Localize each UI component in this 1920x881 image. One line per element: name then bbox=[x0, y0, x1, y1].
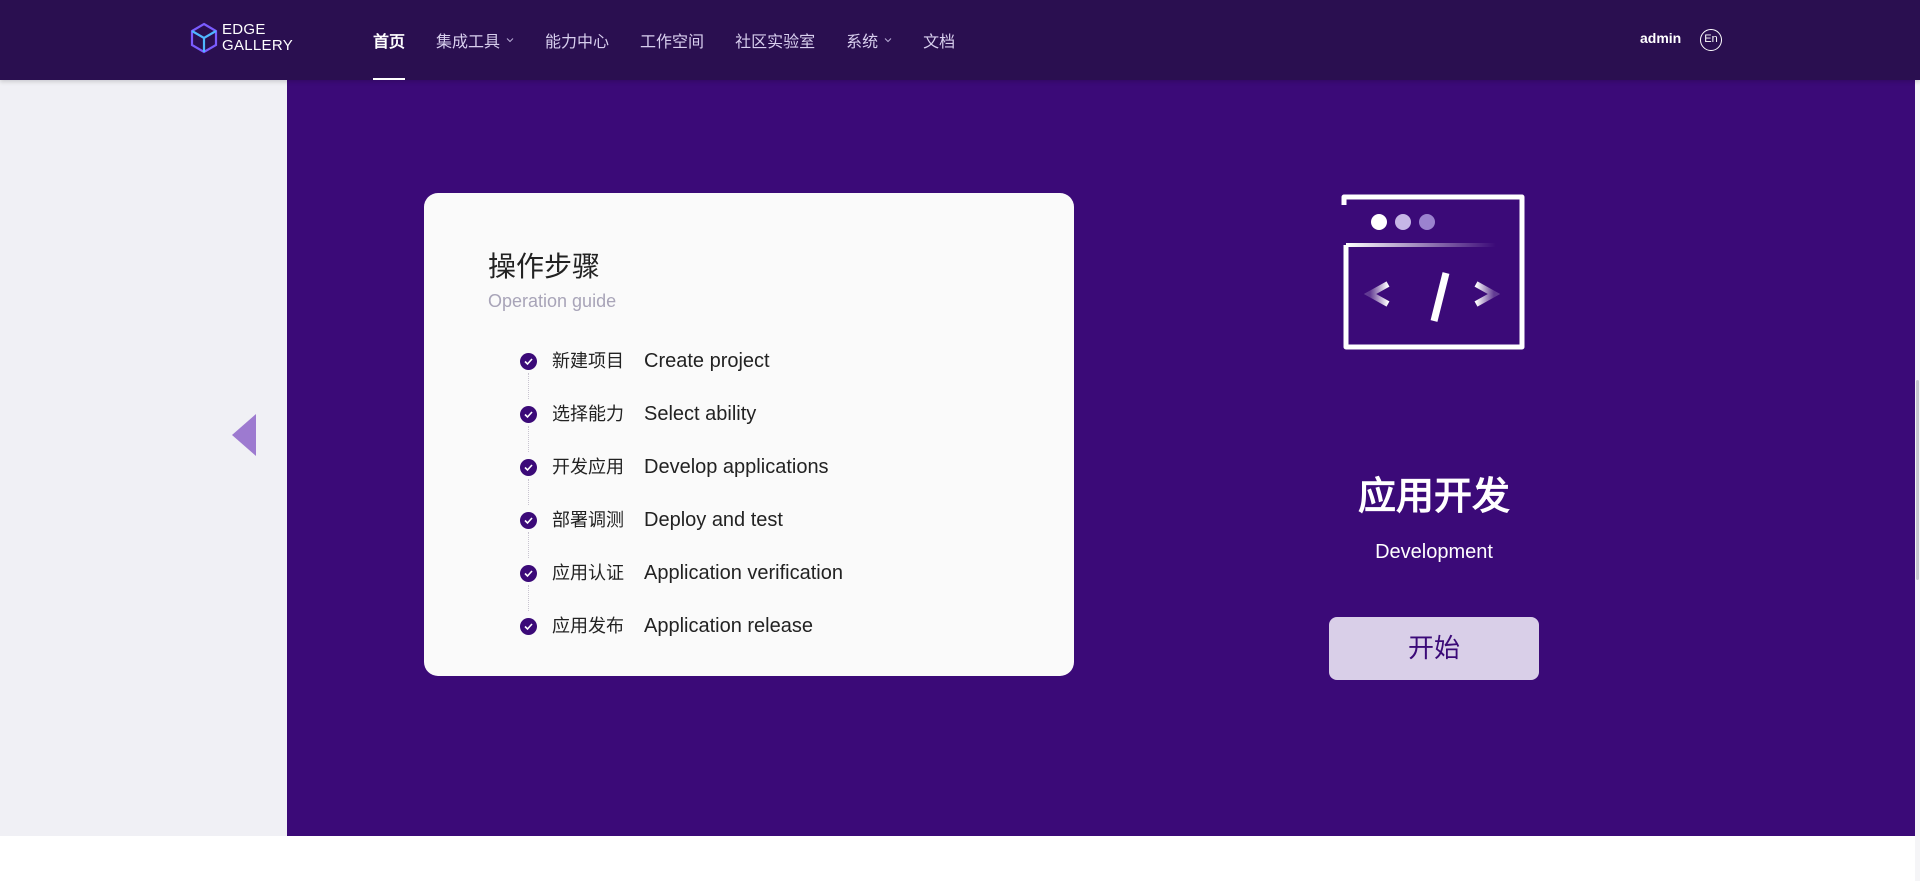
check-circle-icon bbox=[520, 565, 537, 582]
step-label-cn: 应用认证 bbox=[552, 563, 624, 583]
step-connector bbox=[528, 532, 529, 558]
check-circle-icon bbox=[520, 459, 537, 476]
check-circle-icon bbox=[520, 512, 537, 529]
nav-item-workspace[interactable]: 工作空间 bbox=[640, 0, 704, 80]
previous-arrow-icon[interactable] bbox=[230, 412, 258, 458]
step-label-en: Deploy and test bbox=[644, 509, 783, 531]
nav-item-label: 能力中心 bbox=[545, 34, 610, 51]
step-label-cn: 新建项目 bbox=[552, 351, 624, 371]
user-name[interactable]: admin bbox=[1640, 30, 1681, 46]
main-nav: 首页 集成工具 能力中心 工作空间 社区实验室 系统 文档 bbox=[373, 0, 986, 80]
step-label-cn: 选择能力 bbox=[552, 404, 624, 424]
step-connector bbox=[528, 426, 529, 452]
logo-text: EDGE GALLERY bbox=[222, 22, 293, 54]
feature-title: 应用开发 bbox=[1357, 476, 1510, 518]
step-connector bbox=[528, 585, 529, 611]
top-header: EDGE GALLERY 首页 集成工具 能力中心 工作空间 社区实验室 系统 … bbox=[0, 0, 1920, 80]
check-circle-icon bbox=[520, 406, 537, 423]
nav-item-integration-tools[interactable]: 集成工具 bbox=[436, 0, 514, 80]
chevron-down-icon bbox=[506, 38, 514, 43]
logo-line-2: GALLERY bbox=[222, 37, 294, 54]
nav-item-community-lab[interactable]: 社区实验室 bbox=[735, 0, 815, 80]
step-label-cn: 部署调测 bbox=[552, 510, 624, 530]
nav-item-label: 社区实验室 bbox=[735, 34, 816, 51]
nav-item-capability-center[interactable]: 能力中心 bbox=[545, 0, 609, 80]
check-circle-icon bbox=[520, 618, 537, 635]
card-title: 操作步骤 bbox=[488, 251, 601, 282]
step-label-cn: 应用发布 bbox=[552, 616, 624, 636]
logo-line-1: EDGE bbox=[222, 21, 266, 38]
nav-item-label: 集成工具 bbox=[436, 34, 501, 51]
step-connector bbox=[528, 373, 529, 399]
step-item: 开发应用 Develop applications bbox=[520, 455, 843, 508]
logo-cube-icon bbox=[190, 22, 218, 54]
feature-subtitle: Development bbox=[1375, 541, 1493, 563]
start-button[interactable]: 开始 bbox=[1329, 617, 1539, 680]
step-label-en: Create project bbox=[644, 350, 770, 372]
nav-item-label: 文档 bbox=[923, 34, 956, 51]
card-subtitle: Operation guide bbox=[488, 291, 617, 311]
nav-item-label: 工作空间 bbox=[640, 34, 705, 51]
operation-guide-card: 操作步骤 Operation guide 新建项目 Create project… bbox=[424, 193, 1074, 676]
language-switch[interactable]: En bbox=[1700, 29, 1722, 51]
step-connector bbox=[528, 479, 529, 505]
logo[interactable]: EDGE GALLERY bbox=[190, 22, 293, 54]
step-item: 部署调测 Deploy and test bbox=[520, 508, 843, 561]
step-item: 选择能力 Select ability bbox=[520, 402, 843, 455]
step-label-en: Application verification bbox=[644, 562, 843, 584]
chevron-down-icon bbox=[884, 38, 892, 43]
steps-list: 新建项目 Create project 选择能力 Select ability … bbox=[520, 349, 843, 667]
step-item: 应用发布 Application release bbox=[520, 614, 843, 667]
step-label-en: Application release bbox=[644, 615, 813, 637]
left-panel bbox=[0, 80, 287, 836]
nav-item-label: 系统 bbox=[846, 34, 879, 51]
code-window-icon bbox=[1341, 194, 1525, 350]
nav-item-docs[interactable]: 文档 bbox=[923, 0, 955, 80]
step-label-en: Develop applications bbox=[644, 456, 829, 478]
step-label-en: Select ability bbox=[644, 403, 757, 425]
nav-item-label: 首页 bbox=[373, 34, 406, 51]
step-label-cn: 开发应用 bbox=[552, 457, 624, 477]
check-circle-icon bbox=[520, 353, 537, 370]
step-item: 新建项目 Create project bbox=[520, 349, 843, 402]
nav-item-system[interactable]: 系统 bbox=[846, 0, 892, 80]
scrollbar-thumb[interactable] bbox=[1916, 380, 1919, 580]
step-item: 应用认证 Application verification bbox=[520, 561, 843, 614]
nav-item-home[interactable]: 首页 bbox=[373, 0, 406, 80]
